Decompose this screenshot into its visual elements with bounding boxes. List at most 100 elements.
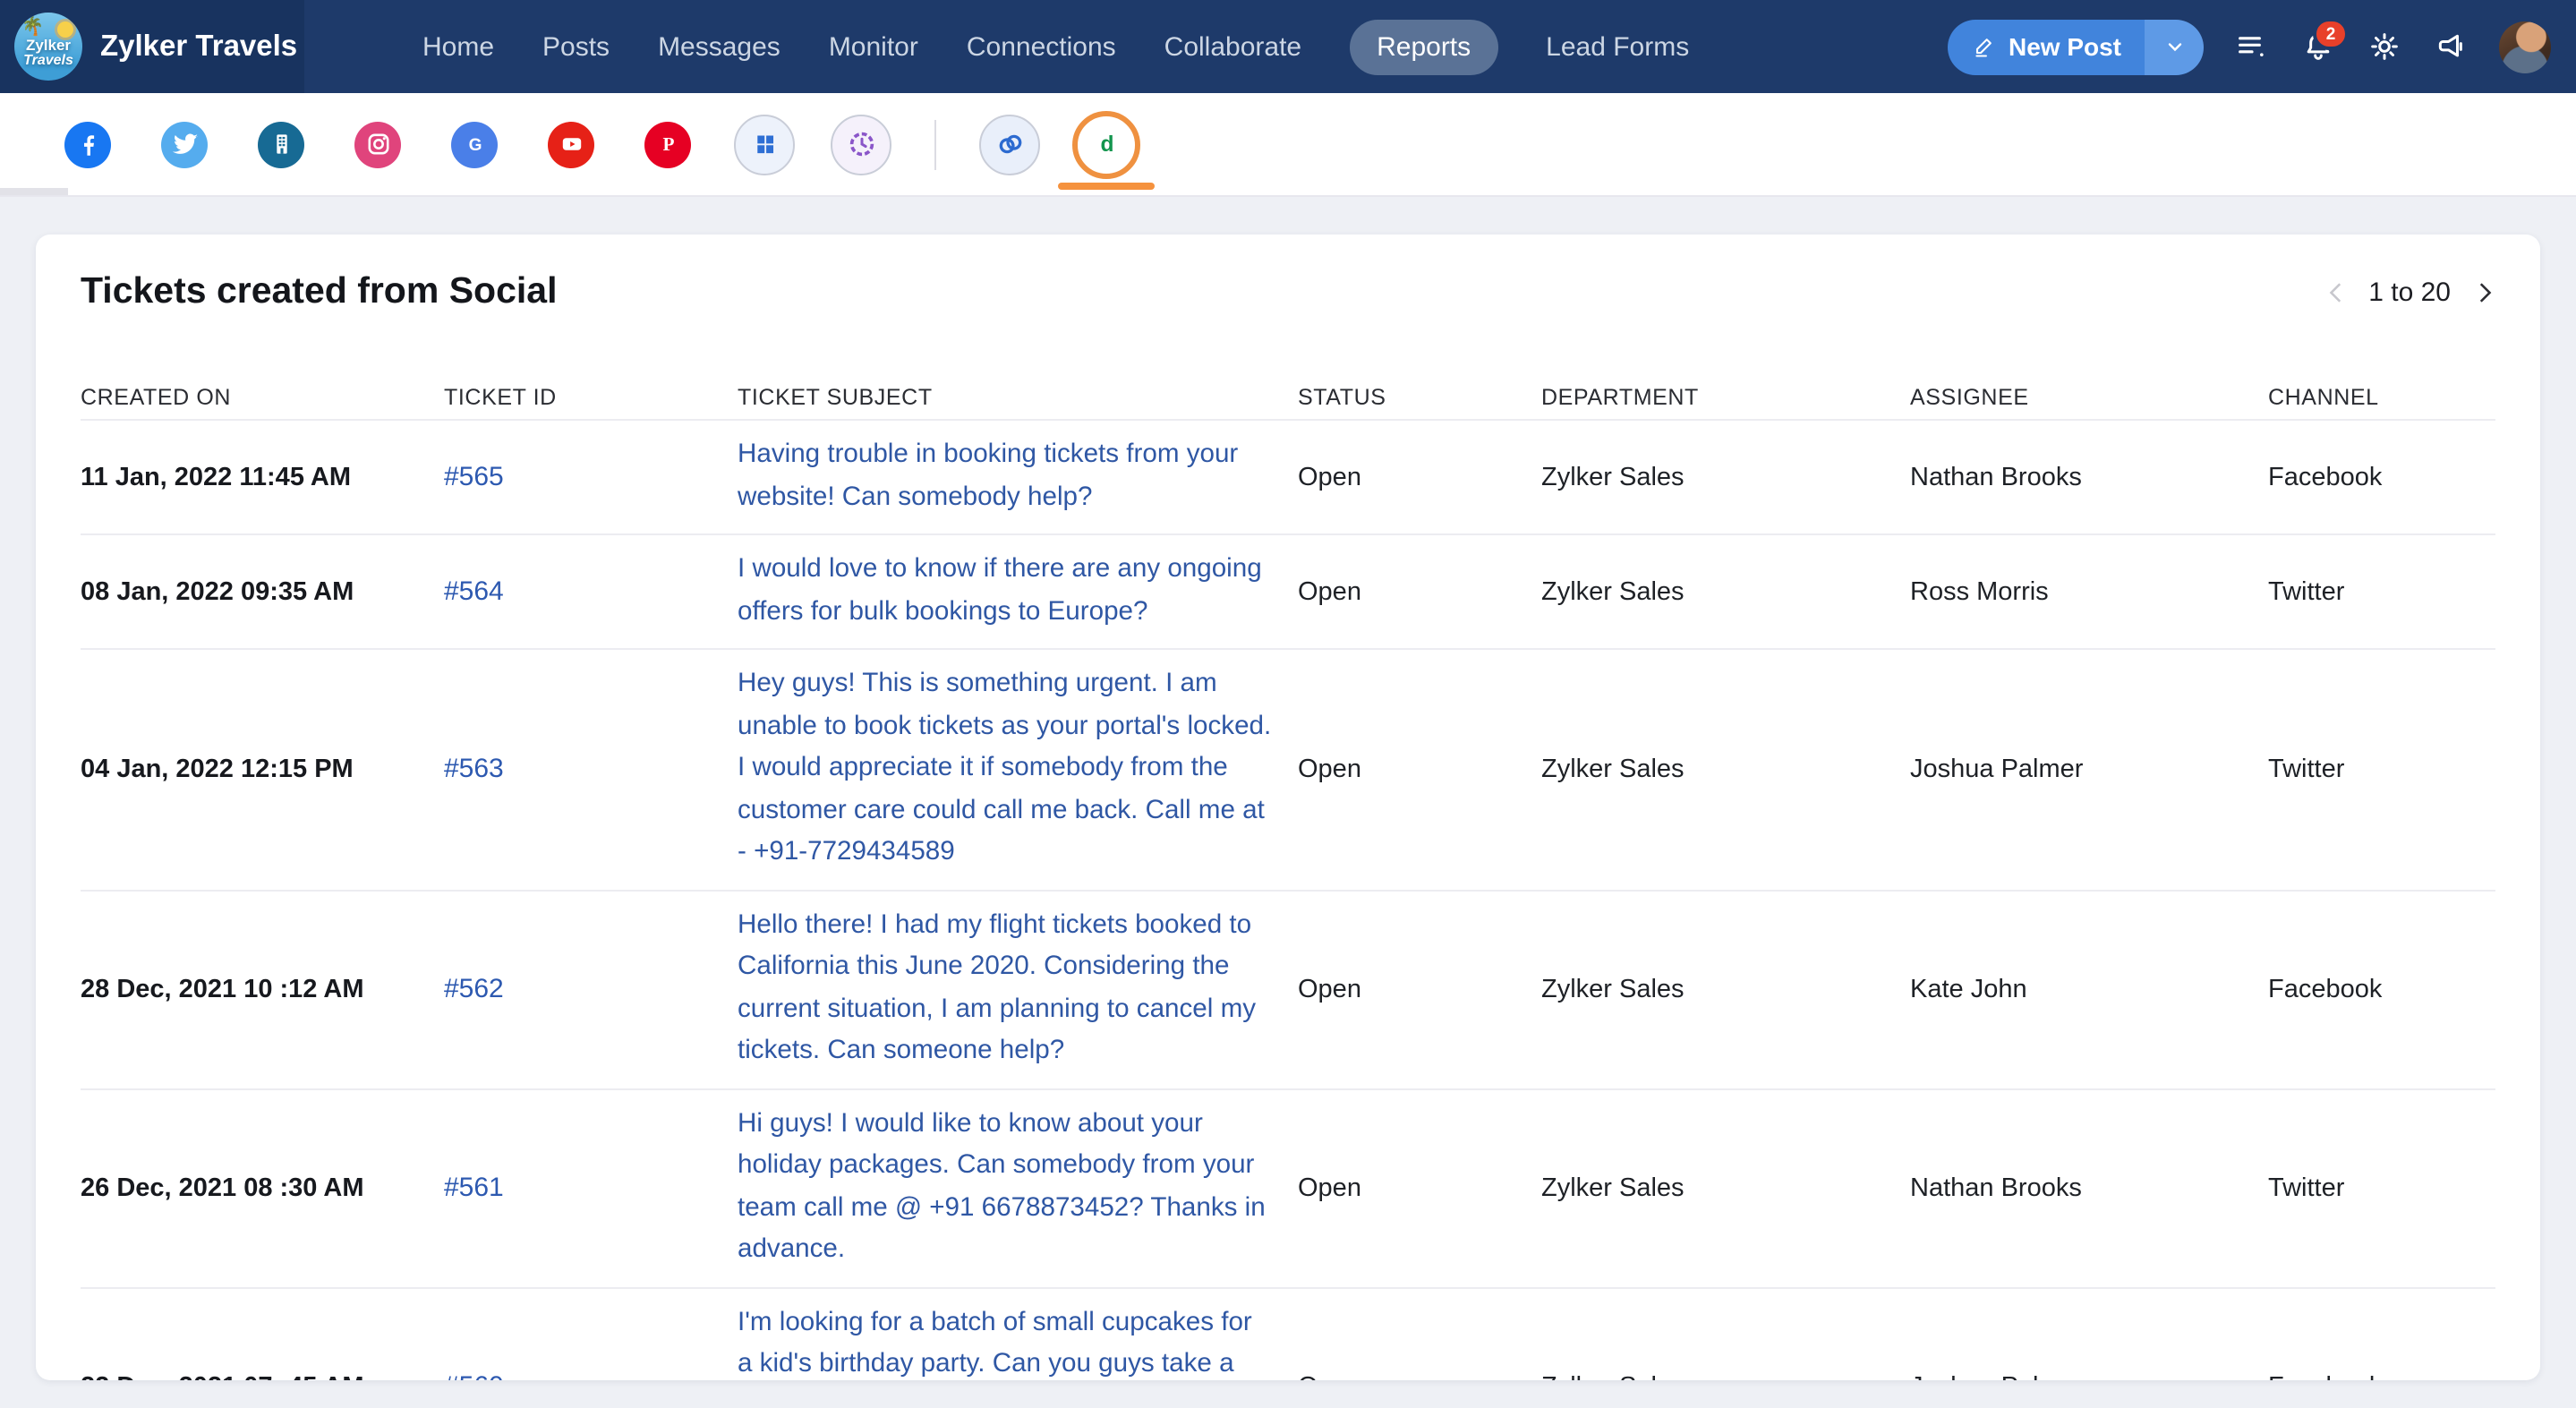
svg-text:G: G: [468, 136, 482, 155]
cell-department: Zylker Sales: [1541, 1173, 1910, 1202]
ticket-id-link[interactable]: #563: [444, 755, 504, 785]
channel-bar: G Pd: [0, 93, 2576, 197]
app-viewport: 🌴 Zylker Travels Zylker Travels Home Post…: [0, 0, 2576, 1408]
channel-separator: [934, 119, 936, 169]
table-body: 11 Jan, 2022 11:45 AM #565 Having troubl…: [36, 421, 2540, 1380]
nav-item-messages[interactable]: Messages: [658, 31, 780, 62]
nav-item-connections[interactable]: Connections: [967, 31, 1116, 62]
svg-text:d: d: [1100, 132, 1113, 157]
channel-apps-grid-icon[interactable]: [734, 114, 795, 175]
pagination: 1 to 20: [2324, 277, 2495, 307]
ticket-subject-link[interactable]: Hey guys! This is something urgent. I am…: [738, 664, 1298, 875]
column-header-ticket-id: TICKET ID: [444, 385, 738, 410]
cell-status: Open: [1298, 1173, 1541, 1202]
channel-instagram-icon[interactable]: [354, 121, 401, 167]
cell-ticket-id: #563: [444, 755, 738, 785]
cell-status: Open: [1298, 577, 1541, 606]
table-row: 22 Dec, 2021 07 :45 AM #560 I'm looking …: [81, 1288, 2495, 1380]
channel-twitter-icon[interactable]: [161, 121, 208, 167]
ticket-id-link[interactable]: #565: [444, 462, 504, 492]
logo-text-line1: Zylker: [14, 36, 82, 54]
nav-item-reports[interactable]: Reports: [1350, 19, 1497, 74]
channel-time-clock-icon[interactable]: [831, 114, 891, 175]
ticket-subject-link[interactable]: I would love to know if there are any on…: [738, 550, 1298, 634]
next-page-icon[interactable]: [2470, 279, 2495, 304]
cell-channel: Facebook: [2268, 975, 2495, 1003]
cell-created-on: 11 Jan, 2022 11:45 AM: [81, 463, 444, 491]
cell-ticket-id: #562: [444, 974, 738, 1004]
new-post-label: New Post: [2009, 32, 2121, 61]
ticket-subject-link[interactable]: Hello there! I had my flight tickets boo…: [738, 905, 1298, 1073]
cell-assignee: Ross Morris: [1910, 577, 2268, 606]
user-avatar[interactable]: [2499, 21, 2551, 73]
table-row: 08 Jan, 2022 09:35 AM #564 I would love …: [81, 535, 2495, 650]
cell-assignee: Nathan Brooks: [1910, 463, 2268, 491]
column-header-status: STATUS: [1298, 385, 1541, 410]
column-header-created-on: CREATED ON: [81, 385, 444, 410]
channel-google-my-business-icon[interactable]: G: [451, 121, 498, 167]
cell-channel: Twitter: [2268, 1173, 2495, 1202]
svg-text:P: P: [662, 133, 674, 155]
cell-status: Open: [1298, 755, 1541, 784]
prev-page-icon[interactable]: [2324, 279, 2349, 304]
new-post-main[interactable]: New Post: [1948, 19, 2145, 74]
page-range: 1 to 20: [2368, 277, 2451, 307]
ticket-subject-link[interactable]: I'm looking for a batch of small cupcake…: [738, 1302, 1298, 1380]
report-card: Tickets created from Social 1 to 20 CREA…: [36, 235, 2540, 1380]
cell-status: Open: [1298, 463, 1541, 491]
nav-item-collaborate[interactable]: Collaborate: [1164, 31, 1301, 62]
pencil-icon: [1971, 34, 1996, 59]
cell-channel: Twitter: [2268, 755, 2495, 784]
ticket-id-link[interactable]: #560: [444, 1371, 504, 1380]
channel-icons: G Pd: [0, 93, 2576, 195]
ticket-subject-link[interactable]: Hi guys! I would like to know about your…: [738, 1104, 1298, 1272]
channel-zoho-crm-rings-icon[interactable]: [979, 114, 1040, 175]
channel-pinterest-icon[interactable]: P: [644, 121, 691, 167]
brand: 🌴 Zylker Travels Zylker Travels: [0, 0, 304, 93]
table-row: 11 Jan, 2022 11:45 AM #565 Having troubl…: [81, 421, 2495, 535]
column-header-department: DEPARTMENT: [1541, 385, 1910, 410]
table-header-row: CREATED ONTICKET IDTICKET SUBJECTSTATUSD…: [81, 313, 2495, 421]
column-header-assignee: ASSIGNEE: [1910, 385, 2268, 410]
main-nav: Home Posts Messages Monitor Connections Colla…: [422, 0, 1689, 93]
column-header-channel: CHANNEL: [2268, 385, 2495, 410]
settings-gear-icon[interactable]: [2367, 29, 2402, 64]
notifications-bell-icon[interactable]: 2: [2300, 29, 2336, 64]
horizontal-scrollbar-thumb[interactable]: [0, 188, 68, 195]
channel-zoho-desk-icon[interactable]: d: [1072, 110, 1140, 178]
table-row: 04 Jan, 2022 12:15 PM #563 Hey guys! Thi…: [81, 650, 2495, 891]
report-title: Tickets created from Social: [81, 270, 558, 313]
nav-item-lead-forms[interactable]: Lead Forms: [1546, 31, 1689, 62]
announcements-megaphone-icon[interactable]: [2433, 29, 2469, 64]
logo-text-line2: Travels: [14, 52, 82, 68]
cell-assignee: Nathan Brooks: [1910, 1173, 2268, 1202]
nav-item-posts[interactable]: Posts: [542, 31, 610, 62]
ticket-id-link[interactable]: #561: [444, 1173, 504, 1203]
nav-item-monitor[interactable]: Monitor: [829, 31, 918, 62]
channel-facebook-icon[interactable]: [64, 121, 111, 167]
brand-name: Zylker Travels: [100, 30, 297, 64]
cell-assignee: Joshua Palmer: [1910, 1372, 2268, 1380]
new-post-button[interactable]: New Post: [1948, 19, 2204, 74]
active-tab-underline: [1058, 183, 1155, 190]
ticket-subject-link[interactable]: Having trouble in booking tickets from y…: [738, 435, 1298, 519]
palm-tree-icon: 🌴: [21, 18, 44, 38]
brand-logo[interactable]: 🌴 Zylker Travels: [14, 13, 82, 81]
cell-department: Zylker Sales: [1541, 577, 1910, 606]
chevron-down-icon: [2163, 36, 2185, 57]
cell-status: Open: [1298, 1372, 1541, 1380]
top-navbar: 🌴 Zylker Travels Zylker Travels Home Post…: [0, 0, 2576, 93]
ticket-id-link[interactable]: #562: [444, 974, 504, 1004]
activity-list-icon[interactable]: [2234, 29, 2270, 64]
nav-item-home[interactable]: Home: [422, 31, 494, 62]
navbar-actions: New Post 2: [1948, 0, 2551, 93]
new-post-dropdown-button[interactable]: [2145, 19, 2204, 74]
cell-created-on: 22 Dec, 2021 07 :45 AM: [81, 1372, 444, 1380]
cell-created-on: 26 Dec, 2021 08 :30 AM: [81, 1173, 444, 1202]
cell-ticket-id: #565: [444, 462, 738, 492]
channel-company-building-icon[interactable]: [258, 121, 304, 167]
ticket-id-link[interactable]: #564: [444, 576, 504, 607]
cell-ticket-id: #560: [444, 1371, 738, 1380]
channel-youtube-icon[interactable]: [548, 121, 594, 167]
cell-channel: Twitter: [2268, 577, 2495, 606]
